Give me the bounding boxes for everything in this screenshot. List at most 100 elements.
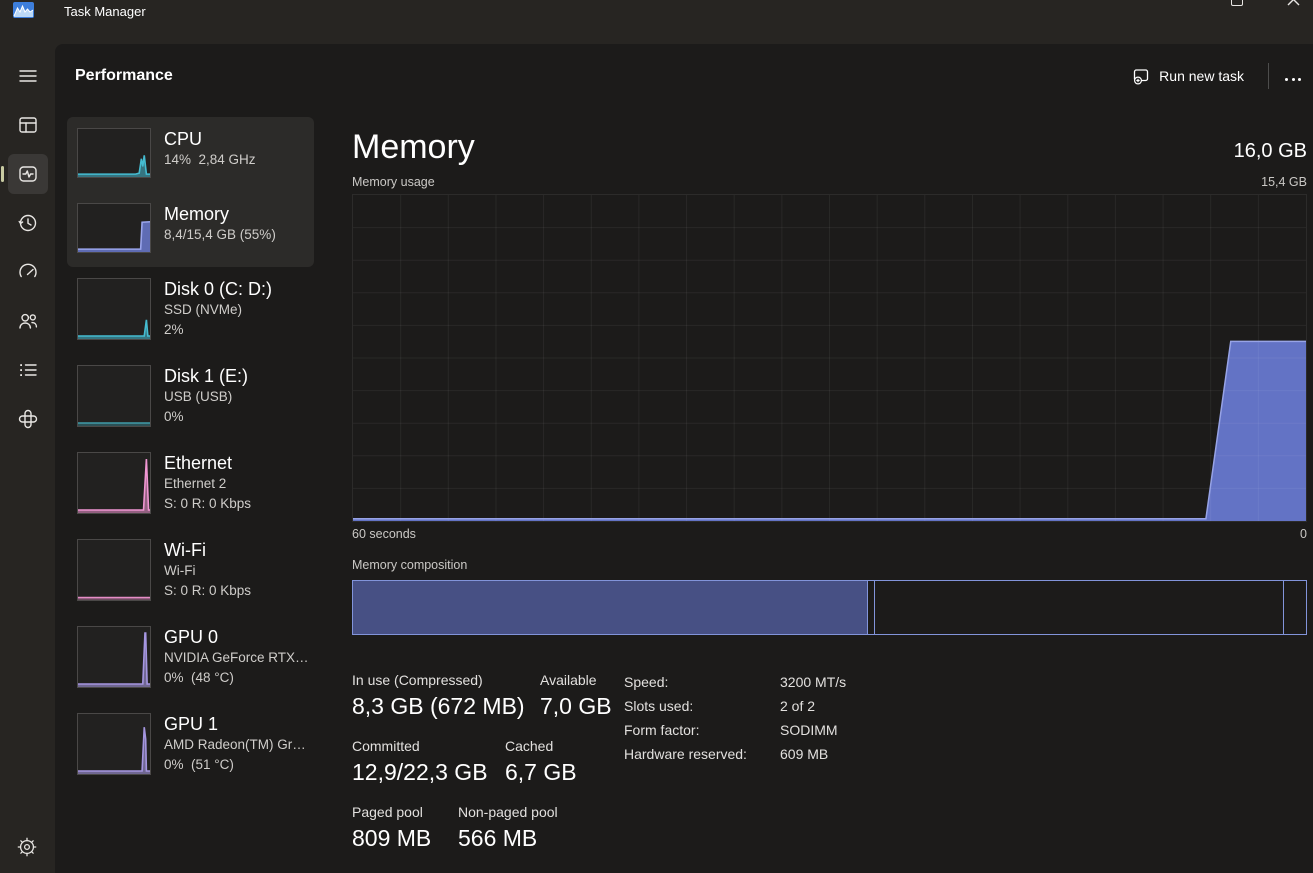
gpu0-usage: 0% (48 °C) [164,668,304,688]
processes-icon [16,113,40,137]
form-factor-label: Form factor: [624,718,780,742]
memory-composition-bar [352,580,1307,635]
paged-pool-label: Paged pool [352,802,458,822]
maximize-icon[interactable] [1231,0,1243,6]
gpu0-title: GPU 0 [164,626,304,648]
cpu-title: CPU [164,128,256,150]
sidebar-item-app-history[interactable] [8,203,48,243]
sidebar-item-performance[interactable] [8,154,48,194]
cached-value: 6,7 GB [505,756,577,789]
disk1-spark-thumbnail [77,365,151,427]
cpu-spark-thumbnail [77,128,151,178]
speed-label: Speed: [624,670,780,694]
users-icon [16,309,40,333]
memory-pane-title: Memory [352,128,475,166]
disk0-spark-thumbnail [77,278,151,340]
disk0-usage: 2% [164,320,272,340]
ethernet-spark-thumbnail [77,452,151,514]
available-value: 7,0 GB [540,690,612,723]
sidebar-item-details[interactable] [8,350,48,390]
time-span-label: 60 seconds [352,527,416,541]
paged-pool-value: 809 MB [352,822,458,855]
content-panel: Performance Run new task C [55,44,1313,873]
composition-modified-segment [868,581,876,634]
composition-in-use-segment [353,581,868,634]
in-use-value: 8,3 GB (672 MB) [352,690,540,723]
cpu-stats: 14% 2,84 GHz [164,150,256,170]
services-icon [16,407,40,431]
window-title: Task Manager [64,4,146,19]
perf-item-memory[interactable]: Memory 8,4/15,4 GB (55%) [77,203,304,253]
disk1-usage: 0% [164,407,248,427]
composition-free-segment [1284,581,1306,634]
time-end-label: 0 [1300,527,1307,541]
perf-item-ethernet[interactable]: Ethernet Ethernet 2 S: 0 R: 0 Kbps [77,452,304,514]
details-icon [16,358,40,382]
settings-button[interactable] [7,827,47,867]
disk1-title: Disk 1 (E:) [164,365,248,387]
disk0-type: SSD (NVMe) [164,300,272,320]
perf-item-wifi[interactable]: Wi-Fi Wi-Fi S: 0 R: 0 Kbps [77,539,304,601]
gpu0-spark-thumbnail [77,626,151,688]
perf-item-gpu1[interactable]: GPU 1 AMD Radeon(TM) Gr… 0% (51 °C) [77,713,304,775]
sidebar-item-users[interactable] [8,301,48,341]
form-factor-value: SODIMM [780,718,838,742]
perf-item-gpu0[interactable]: GPU 0 NVIDIA GeForce RTX… 0% (48 °C) [77,626,304,688]
gpu1-title: GPU 1 [164,713,304,735]
window-controls [1183,0,1313,9]
task-manager-app-icon [13,2,34,19]
startup-apps-icon [16,260,40,284]
disk0-title: Disk 0 (C: D:) [164,278,272,300]
gpu1-name: AMD Radeon(TM) Gr… [164,735,304,755]
composition-standby-segment [875,581,1284,634]
gpu1-spark-thumbnail [77,713,151,775]
perf-item-disk1[interactable]: Disk 1 (E:) USB (USB) 0% [77,365,304,427]
hamburger-menu-button[interactable] [8,56,48,96]
wifi-spark-thumbnail [77,539,151,601]
perf-item-disk0[interactable]: Disk 0 (C: D:) SSD (NVMe) 2% [77,278,304,340]
performance-list: CPU 14% 2,84 GHz Memory 8,4/15,4 GB (55%… [67,117,314,775]
memory-detail-pane: Memory 16,0 GB Memory usage 15,4 GB 60 s… [352,44,1307,868]
ethernet-rate: S: 0 R: 0 Kbps [164,494,251,514]
menu-icon [16,64,40,88]
selected-group: CPU 14% 2,84 GHz Memory 8,4/15,4 GB (55%… [67,117,314,267]
memory-scale-max: 15,4 GB [1261,175,1307,189]
app-history-icon [16,211,40,235]
wifi-name: Wi-Fi [164,561,251,581]
cached-label: Cached [505,736,577,756]
sidebar-item-services[interactable] [8,399,48,439]
hardware-reserved-value: 609 MB [780,742,828,766]
memory-stats: 8,4/15,4 GB (55%) [164,225,276,245]
ethernet-title: Ethernet [164,452,251,474]
committed-label: Committed [352,736,505,756]
non-paged-pool-value: 566 MB [458,822,558,855]
disk1-type: USB (USB) [164,387,248,407]
sidebar-item-processes[interactable] [8,105,48,145]
in-use-label: In use (Compressed) [352,670,540,690]
wifi-rate: S: 0 R: 0 Kbps [164,581,251,601]
hardware-info: Speed:3200 MT/s Slots used:2 of 2 Form f… [624,670,846,766]
memory-composition-label: Memory composition [352,558,1307,572]
perf-item-cpu[interactable]: CPU 14% 2,84 GHz [77,128,304,178]
memory-usage-label: Memory usage [352,175,435,189]
memory-stats: In use (Compressed) 8,3 GB (672 MB) Avai… [352,670,1307,855]
performance-icon [16,162,40,186]
slots-used-label: Slots used: [624,694,780,718]
sidebar-nav [0,44,55,873]
settings-icon [16,836,38,858]
non-paged-pool-label: Non-paged pool [458,802,558,822]
available-label: Available [540,670,612,690]
memory-title: Memory [164,203,276,225]
sidebar-item-startup-apps[interactable] [8,252,48,292]
ethernet-name: Ethernet 2 [164,474,251,494]
page-title: Performance [75,67,173,85]
memory-spark-thumbnail [77,203,151,253]
memory-total: 16,0 GB [1234,136,1307,166]
wifi-title: Wi-Fi [164,539,251,561]
gpu0-name: NVIDIA GeForce RTX… [164,648,304,668]
slots-used-value: 2 of 2 [780,694,815,718]
speed-value: 3200 MT/s [780,670,846,694]
close-icon[interactable] [1287,0,1300,6]
memory-usage-graph [352,194,1307,522]
gpu1-usage: 0% (51 °C) [164,755,304,775]
